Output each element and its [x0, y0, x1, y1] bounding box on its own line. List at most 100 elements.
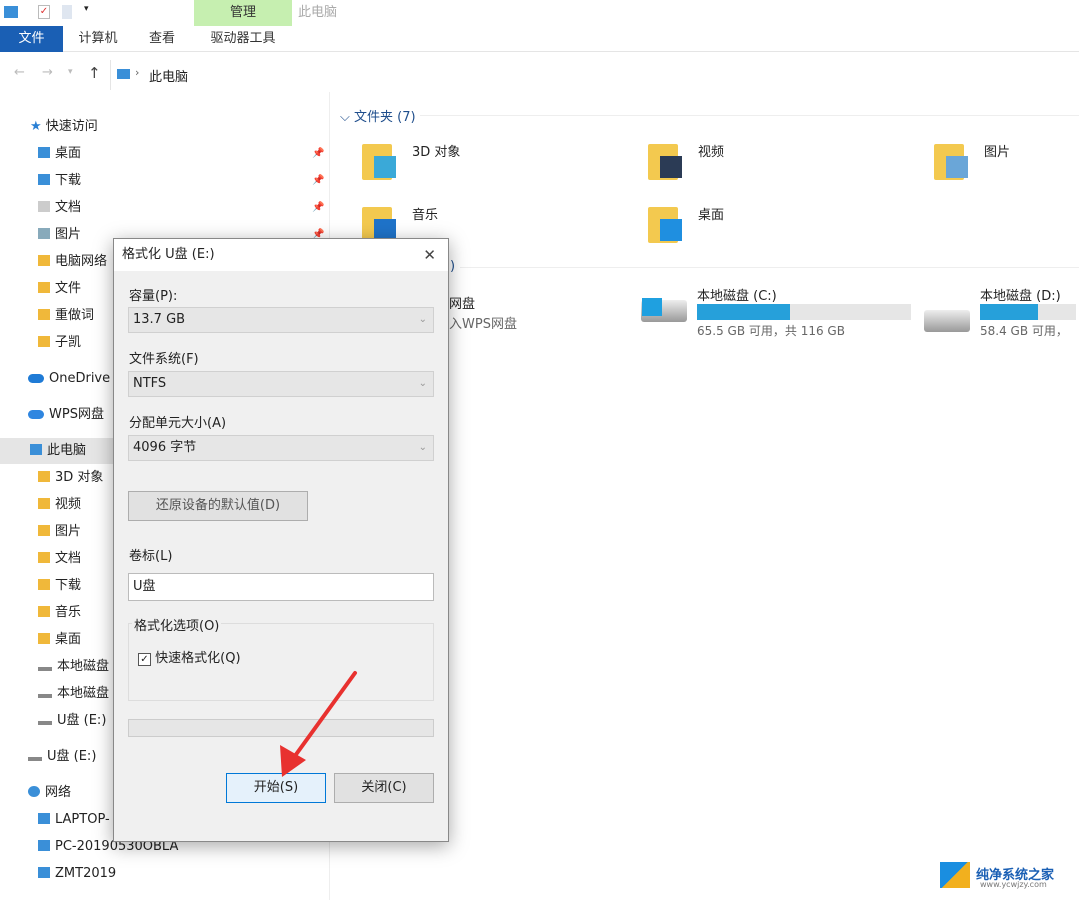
pin-icon[interactable]: 📌 [312, 202, 324, 213]
back-icon[interactable]: ← [14, 65, 25, 80]
sidebar-usb[interactable]: U盘 (E:) [28, 744, 96, 770]
sidebar-pc-item[interactable]: U盘 (E:) [38, 708, 106, 734]
quick-access-toolbar: ✓ ▾ [0, 0, 1079, 26]
folder-icon[interactable] [648, 138, 684, 180]
allocation-select[interactable]: 4096 字节 ⌄ [128, 435, 434, 461]
folder-item[interactable]: 桌面 [698, 204, 724, 223]
sidebar-quick-item[interactable]: 子凯 [38, 330, 81, 356]
divider [460, 267, 1079, 268]
computer-icon [30, 444, 42, 455]
sidebar-quick-item[interactable]: 电脑网络 [38, 249, 107, 275]
sidebar-pc-item[interactable]: 本地磁盘 [38, 681, 109, 707]
folder-item[interactable]: 3D 对象 [412, 141, 460, 160]
sidebar-network-item[interactable]: ZMT2019 [38, 861, 116, 887]
folder-item[interactable]: 视频 [698, 141, 724, 160]
drive-icon [38, 667, 52, 671]
new-folder-icon[interactable] [62, 5, 72, 19]
folder-icon [38, 498, 50, 509]
address-field[interactable]: › 此电脑 [110, 60, 1079, 90]
sidebar-network[interactable]: 网络 [28, 780, 71, 806]
allocation-value: 4096 字节 [133, 440, 197, 455]
context-tab-manage[interactable]: 管理 [194, 0, 292, 26]
folder-icon[interactable] [648, 201, 684, 243]
tab-drive-tools[interactable]: 驱动器工具 [194, 26, 292, 52]
sidebar-pc-item[interactable]: 视频 [38, 492, 81, 518]
folder-icon [38, 147, 50, 158]
drive-name[interactable]: 本地磁盘 (C:) [697, 285, 777, 304]
chevron-down-icon: ⌄ [418, 314, 427, 325]
computer-icon [117, 69, 130, 79]
volume-label-input[interactable]: U盘 [128, 573, 434, 601]
sidebar-quick-item[interactable]: 图片 [38, 222, 81, 248]
sidebar-pc-item[interactable]: 桌面 [38, 627, 81, 653]
devices-section-header: ) [450, 259, 456, 274]
sidebar-pc-item[interactable]: 下载 [38, 573, 81, 599]
folder-icon [38, 174, 50, 185]
hard-drive-icon [924, 310, 970, 332]
sidebar-quick-item[interactable]: 文档 [38, 195, 81, 221]
sidebar-pc-item[interactable]: 3D 对象 [38, 465, 103, 491]
sidebar-pc-item[interactable]: 音乐 [38, 600, 81, 626]
customize-dropdown-icon[interactable]: ▾ [84, 4, 89, 14]
capacity-select[interactable]: 13.7 GB ⌄ [128, 307, 434, 333]
sidebar-network-item[interactable]: LAPTOP- [38, 807, 110, 833]
dialog-title: 格式化 U盘 (E:) [122, 247, 215, 262]
sidebar-pc-item[interactable]: 图片 [38, 519, 81, 545]
drive-space-info: 58.4 GB 可用， [980, 324, 1068, 338]
watermark-logo: 纯净系统之家 www.ycwjzy.com [940, 862, 1054, 892]
up-icon[interactable]: ↑ [88, 64, 101, 82]
forward-icon[interactable]: → [42, 65, 53, 80]
capacity-value: 13.7 GB [133, 312, 186, 327]
address-bar-row: ← → ▾ ↑ › 此电脑 [0, 60, 1079, 90]
recent-dropdown-icon[interactable]: ▾ [68, 67, 73, 77]
allocation-label: 分配单元大小(A) [129, 416, 227, 431]
folder-icon [38, 336, 50, 347]
sidebar-quick-item[interactable]: 下载 [38, 168, 81, 194]
sidebar-onedrive[interactable]: OneDrive [28, 366, 110, 392]
quick-format-checkbox[interactable]: ✓ 快速格式化(Q) [138, 647, 241, 666]
drive-name[interactable]: 本地磁盘 (D:) [980, 285, 1061, 304]
chevron-down-icon: ⌵ [340, 110, 350, 125]
star-icon: ★ [30, 119, 42, 134]
divider [420, 115, 1079, 116]
tab-computer[interactable]: 计算机 [70, 26, 126, 52]
folders-section-header[interactable]: ⌵ 文件夹 (7) [340, 106, 416, 125]
sidebar-quick-item[interactable]: 重做词 [38, 303, 94, 329]
filesystem-select[interactable]: NTFS ⌄ [128, 371, 434, 397]
pin-icon[interactable]: 📌 [312, 175, 324, 186]
computer-icon [38, 813, 50, 824]
filesystem-label: 文件系统(F) [129, 352, 199, 367]
breadcrumb-this-pc[interactable]: 此电脑 [149, 66, 188, 85]
drive-icon [38, 694, 52, 698]
sidebar-quick-item[interactable]: 桌面 [38, 141, 81, 167]
folder-icon [38, 525, 50, 536]
wps-drive-subtitle: 入WPS网盘 [449, 317, 517, 332]
properties-icon[interactable]: ✓ [38, 5, 50, 19]
folder-item[interactable]: 音乐 [412, 204, 438, 223]
volume-label-label: 卷标(L) [129, 549, 173, 564]
restore-defaults-button[interactable]: 还原设备的默认值(D) [128, 491, 308, 521]
sidebar-quick-access[interactable]: ★ 快速访问 [30, 114, 98, 140]
pin-icon[interactable]: 📌 [312, 148, 324, 159]
folder-icon[interactable] [362, 138, 398, 180]
sidebar-quick-item[interactable]: 文件 [38, 276, 81, 302]
folder-icon [38, 309, 50, 320]
sidebar-wps[interactable]: WPS网盘 [28, 402, 104, 428]
drive-space-info: 65.5 GB 可用，共 116 GB [697, 324, 845, 338]
close-icon[interactable]: ✕ [423, 239, 436, 271]
sidebar-pc-item[interactable]: 本地磁盘 [38, 654, 109, 680]
folder-item[interactable]: 图片 [984, 141, 1010, 160]
folder-icon[interactable] [934, 138, 970, 180]
wps-drive-name[interactable]: 网盘 [449, 293, 475, 312]
sidebar-pc-item[interactable]: 文档 [38, 546, 81, 572]
folder-icon[interactable] [362, 201, 398, 243]
chevron-down-icon: ⌄ [418, 442, 427, 453]
watermark-url: www.ycwjzy.com [980, 880, 1047, 889]
tab-file[interactable]: 文件 [0, 26, 63, 52]
folder-icon [38, 228, 50, 239]
tab-view[interactable]: 查看 [140, 26, 184, 52]
folder-icon [38, 552, 50, 563]
cloud-icon [28, 374, 44, 383]
folder-icon [38, 471, 50, 482]
quick-format-label: 快速格式化(Q) [155, 651, 241, 666]
